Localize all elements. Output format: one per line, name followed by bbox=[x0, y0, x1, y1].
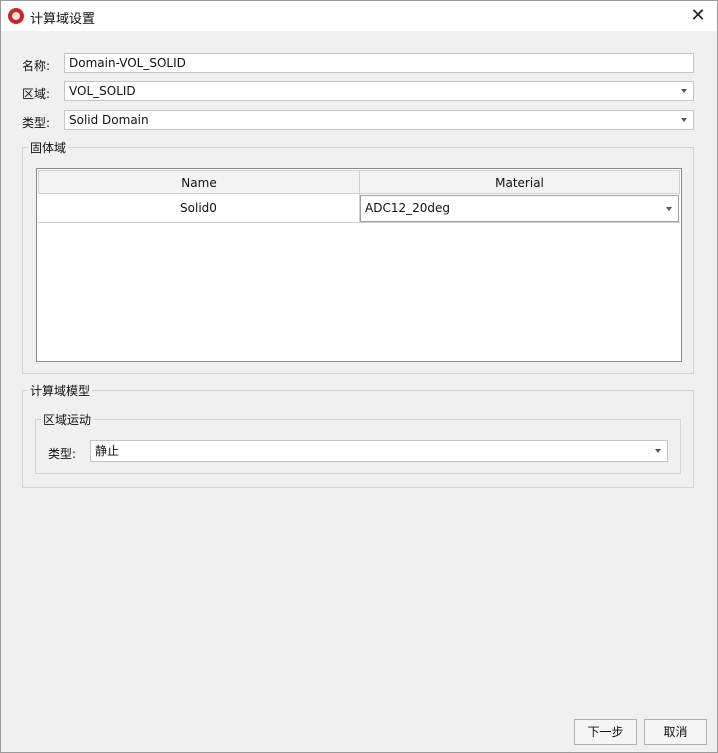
motion-type-select[interactable]: 静止 bbox=[90, 440, 668, 462]
title-bar: 计算域设置 ✕ bbox=[1, 1, 717, 31]
solid-table: Name Material Solid0 ADC12_20deg bbox=[36, 168, 682, 362]
chevron-down-icon bbox=[666, 207, 672, 211]
chevron-down-icon bbox=[681, 118, 687, 122]
region-select[interactable]: VOL_SOLID bbox=[64, 81, 694, 101]
region-motion-group-title: 区域运动 bbox=[41, 411, 94, 428]
solid-domain-group-title: 固体域 bbox=[28, 139, 69, 156]
dialog-window: 计算域设置 ✕ 名称: Domain-VOL_SOLID 区域: VOL_SOL… bbox=[0, 0, 718, 753]
column-header-material[interactable]: Material bbox=[359, 170, 680, 194]
material-cell: ADC12_20deg bbox=[359, 194, 680, 223]
chevron-down-icon bbox=[681, 89, 687, 93]
name-input[interactable]: Domain-VOL_SOLID bbox=[64, 53, 694, 73]
name-label: 名称: bbox=[22, 59, 51, 73]
region-select-value: VOL_SOLID bbox=[69, 84, 136, 98]
material-select-value: ADC12_20deg bbox=[365, 201, 450, 215]
motion-type-value: 静止 bbox=[95, 444, 120, 458]
material-select[interactable]: ADC12_20deg bbox=[360, 195, 679, 222]
chevron-down-icon bbox=[655, 449, 661, 453]
cancel-button[interactable]: 取消 bbox=[644, 719, 707, 745]
app-icon bbox=[8, 8, 24, 24]
cell-solid-name[interactable]: Solid0 bbox=[38, 194, 360, 223]
type-label: 类型: bbox=[22, 116, 51, 130]
window-title: 计算域设置 bbox=[30, 12, 96, 27]
next-button[interactable]: 下一步 bbox=[574, 719, 637, 745]
column-header-name[interactable]: Name bbox=[38, 170, 360, 194]
type-select[interactable]: Solid Domain bbox=[64, 110, 694, 130]
close-icon[interactable]: ✕ bbox=[685, 4, 711, 28]
motion-type-label: 类型: bbox=[48, 447, 77, 461]
domain-model-group-title: 计算域模型 bbox=[28, 382, 93, 399]
type-select-value: Solid Domain bbox=[69, 113, 149, 127]
region-label: 区域: bbox=[22, 87, 51, 101]
